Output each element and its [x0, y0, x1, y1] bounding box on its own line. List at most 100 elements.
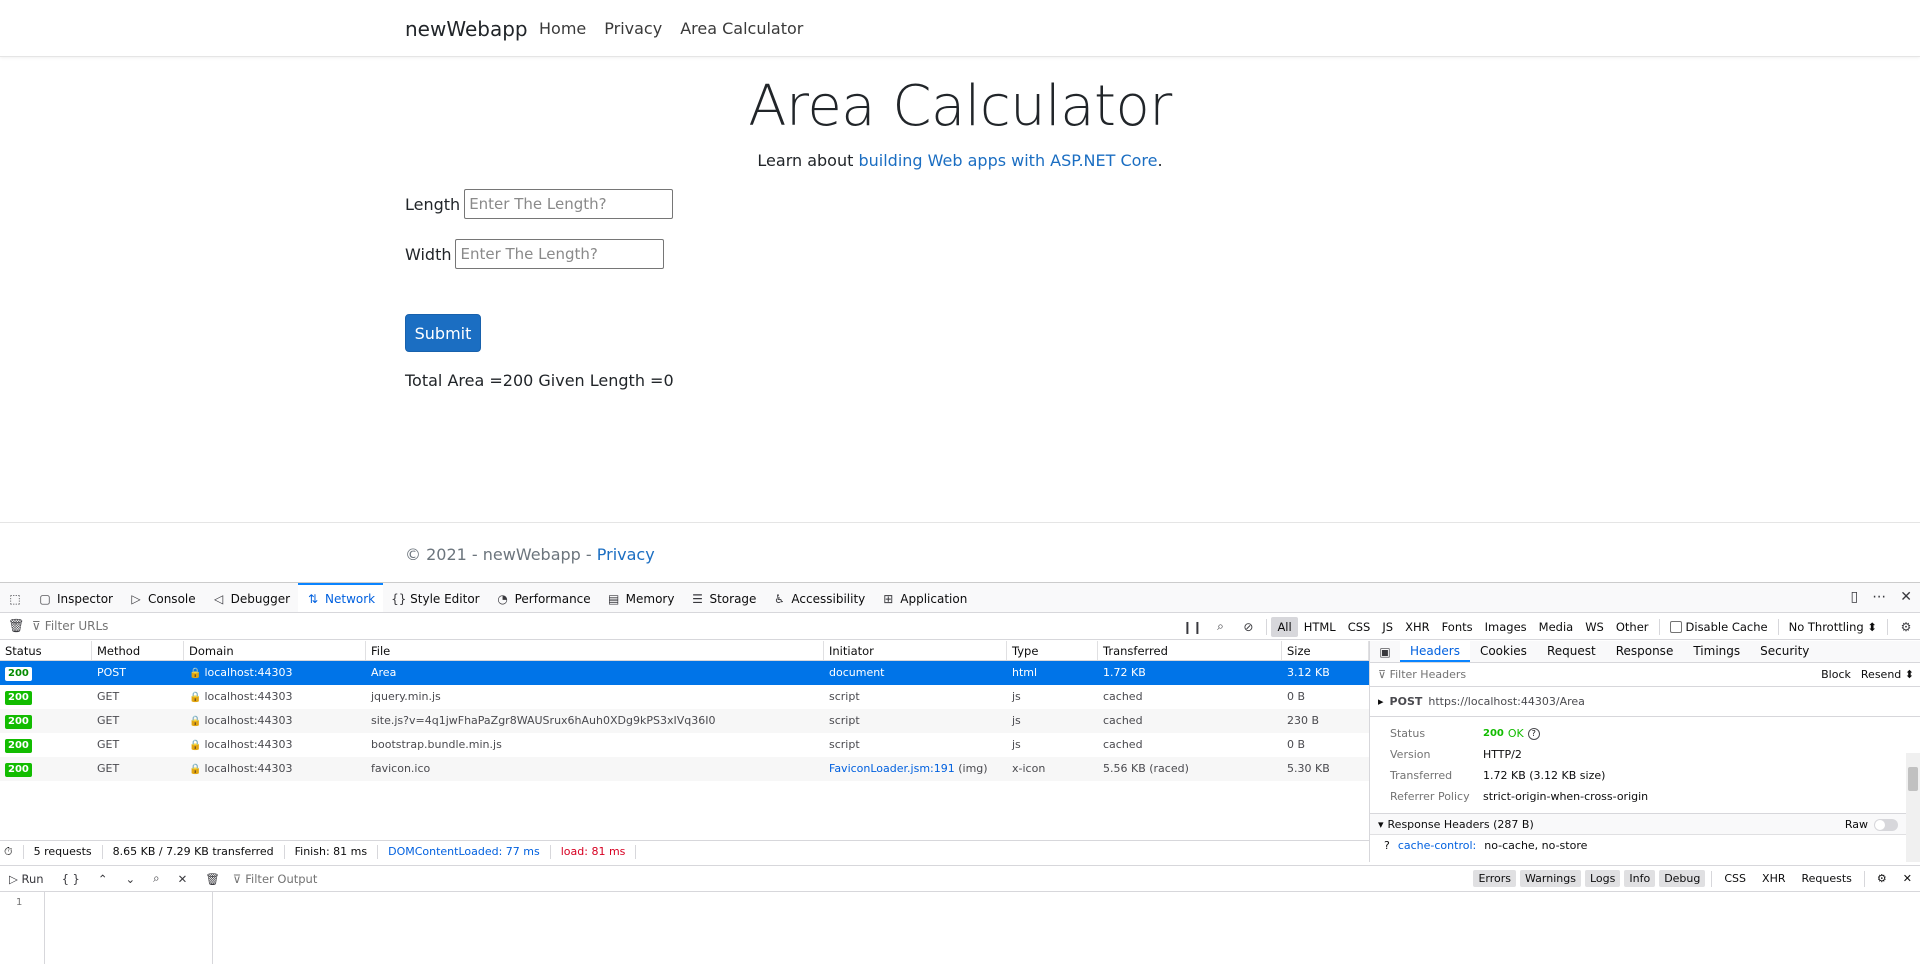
throttling-select[interactable]: No Throttling ⬍	[1783, 617, 1883, 637]
more-options-icon[interactable]: ⋯	[1872, 589, 1886, 605]
column-header-domain[interactable]: Domain	[184, 641, 366, 660]
clear-icon[interactable]: 🗑	[0, 619, 32, 634]
column-header-transferred[interactable]: Transferred	[1098, 641, 1282, 660]
close-editor-icon[interactable]: ✕	[169, 872, 197, 886]
table-row[interactable]: 200 GET 🔒 localhost:44303 jquery.min.js scrip…	[0, 685, 1369, 709]
status-cell: 200	[0, 661, 92, 685]
editor-divider[interactable]	[212, 892, 213, 964]
filter-html[interactable]: HTML	[1298, 617, 1342, 637]
aspnet-docs-link[interactable]: building Web apps with ASP.NET Core	[858, 151, 1157, 170]
details-tab-request[interactable]: Request	[1537, 641, 1606, 662]
response-headers-section[interactable]: ▾ Response Headers (287 B) Raw	[1370, 813, 1920, 835]
request-summary-line[interactable]: ▸ POST https://localhost:44303/Area	[1370, 687, 1920, 717]
nav-home[interactable]: Home	[539, 19, 586, 38]
console-filter-requests[interactable]: Requests	[1793, 870, 1859, 887]
nav-area-calculator[interactable]: Area Calculator	[680, 19, 803, 38]
filter-js[interactable]: JS	[1376, 617, 1399, 637]
clear-console-icon[interactable]: 🗑	[196, 872, 229, 886]
filter-headers-placeholder[interactable]: Filter Headers	[1390, 668, 1467, 681]
level-info[interactable]: Info	[1624, 870, 1656, 887]
element-picker-button[interactable]: ⬚	[0, 583, 30, 612]
history-up-icon[interactable]: ⌃	[89, 872, 117, 886]
console-editor[interactable]: 1	[0, 892, 1920, 964]
block-icon[interactable]: ⊘	[1234, 620, 1262, 634]
tab-console[interactable]: ▷ Console	[121, 583, 204, 612]
expand-icon: ▸	[1378, 695, 1384, 708]
column-header-method[interactable]: Method	[92, 641, 184, 660]
nav-privacy[interactable]: Privacy	[604, 19, 662, 38]
filter-xhr[interactable]: XHR	[1399, 617, 1436, 637]
length-input[interactable]	[464, 189, 674, 219]
tab-application[interactable]: ⊞ Application	[873, 583, 975, 612]
tab-performance[interactable]: ◔ Performance	[488, 583, 599, 612]
file-cell: bootstrap.bundle.min.js	[371, 738, 502, 751]
filter-all[interactable]: All	[1271, 616, 1298, 637]
type-filters: All HTML CSS JS XHR Fonts Images Media WS Other	[1271, 616, 1655, 637]
network-settings-icon[interactable]: ⚙	[1892, 620, 1920, 634]
level-logs[interactable]: Logs	[1584, 870, 1621, 887]
responsive-mode-icon[interactable]: ▯	[1851, 589, 1859, 605]
level-warnings[interactable]: Warnings	[1520, 870, 1581, 887]
tab-accessibility[interactable]: ♿ Accessibility	[764, 583, 873, 612]
close-devtools-icon[interactable]: ✕	[1900, 589, 1912, 605]
details-scrollbar[interactable]	[1906, 753, 1920, 862]
tab-debugger[interactable]: ◁ Debugger	[204, 583, 298, 612]
column-header-file[interactable]: File	[366, 641, 824, 660]
tab-memory[interactable]: ▤ Memory	[599, 583, 683, 612]
level-debug[interactable]: Debug	[1659, 870, 1706, 887]
search-icon[interactable]: ⌕	[144, 871, 168, 886]
header-value: no-cache, no-store	[1484, 838, 1588, 852]
tab-style-editor[interactable]: {} Style Editor	[383, 583, 487, 612]
pretty-print-button[interactable]: { }	[53, 872, 89, 886]
console-filter-css[interactable]: CSS	[1716, 870, 1754, 887]
history-down-icon[interactable]: ⌄	[117, 872, 145, 886]
console-settings-icon[interactable]: ⚙	[1869, 870, 1895, 887]
tab-network[interactable]: ⇅ Network	[298, 583, 384, 612]
raw-switch[interactable]	[1874, 818, 1898, 831]
details-tab-response[interactable]: Response	[1606, 641, 1684, 662]
toggle-sidebar-icon[interactable]: ▣	[1370, 641, 1400, 662]
details-tab-headers[interactable]: Headers	[1400, 641, 1470, 662]
disable-cache-checkbox[interactable]: Disable Cache	[1664, 620, 1774, 634]
filter-css[interactable]: CSS	[1342, 617, 1377, 637]
column-header-status[interactable]: Status	[0, 641, 92, 660]
scrollbar-thumb[interactable]	[1908, 767, 1918, 791]
resend-button[interactable]: Resend ⬍	[1861, 668, 1914, 681]
help-icon[interactable]: ?	[1384, 839, 1390, 852]
run-button[interactable]: ▷ Run	[0, 872, 53, 886]
details-tab-security[interactable]: Security	[1750, 641, 1819, 662]
raw-toggle[interactable]: Raw	[1845, 818, 1898, 831]
footer-privacy-link[interactable]: Privacy	[597, 545, 655, 564]
block-button[interactable]: Block	[1821, 668, 1851, 681]
table-row[interactable]: 200 GET 🔒 localhost:44303 bootstrap.bundle.m…	[0, 733, 1369, 757]
filter-media[interactable]: Media	[1533, 617, 1580, 637]
tab-inspector[interactable]: ▢ Inspector	[30, 583, 121, 612]
help-icon[interactable]: ?	[1527, 727, 1540, 740]
column-header-type[interactable]: Type	[1007, 641, 1098, 660]
brand-link[interactable]: newWebapp	[405, 17, 528, 41]
request-fields: Status 200 OK? Version HTTP/2 Transferred 1.72…	[1370, 723, 1920, 807]
console-filter-xhr[interactable]: XHR	[1754, 870, 1793, 887]
table-row[interactable]: 200 GET 🔒 localhost:44303 site.js?v=4q1jwFha…	[0, 709, 1369, 733]
filter-fonts[interactable]: Fonts	[1436, 617, 1479, 637]
filter-output[interactable]: ⊽ Filter Output	[229, 872, 318, 886]
transferred-cell: cached	[1103, 738, 1143, 751]
column-header-initiator[interactable]: Initiator	[824, 641, 1007, 660]
width-input[interactable]	[455, 239, 665, 269]
search-icon[interactable]: ⌕	[1206, 619, 1234, 634]
tab-storage[interactable]: ☰ Storage	[682, 583, 764, 612]
submit-button[interactable]: Submit	[405, 314, 481, 352]
column-header-size[interactable]: Size	[1282, 641, 1369, 660]
filter-images[interactable]: Images	[1479, 617, 1533, 637]
table-row[interactable]: 200 POST 🔒 localhost:44303 Area document html 1…	[0, 661, 1369, 685]
filter-urls-input[interactable]	[44, 619, 345, 633]
initiator-text[interactable]: FaviconLoader.jsm:191	[829, 762, 955, 775]
details-tab-timings[interactable]: Timings	[1683, 641, 1750, 662]
table-row[interactable]: 200 GET 🔒 localhost:44303 favicon.ico Favicon…	[0, 757, 1369, 781]
filter-ws[interactable]: WS	[1579, 617, 1610, 637]
details-tab-cookies[interactable]: Cookies	[1470, 641, 1537, 662]
pause-icon[interactable]: ❙❙	[1178, 620, 1206, 634]
filter-other[interactable]: Other	[1610, 617, 1655, 637]
level-errors[interactable]: Errors	[1473, 870, 1516, 887]
close-console-icon[interactable]: ✕	[1895, 870, 1920, 887]
